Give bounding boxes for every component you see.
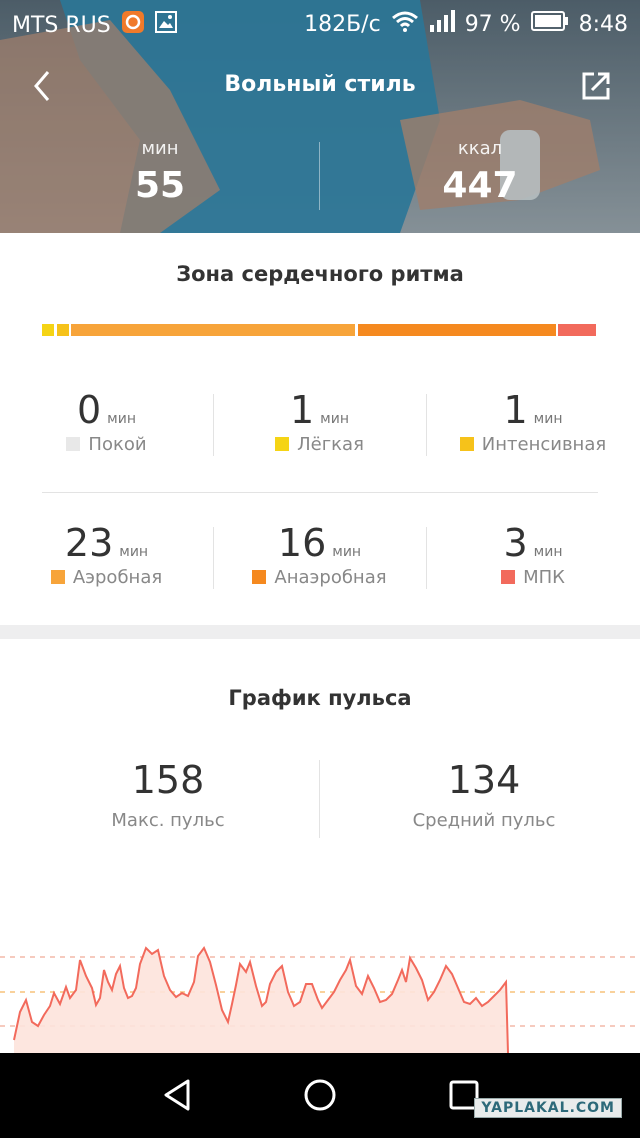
duration-stat: мин 55: [60, 138, 260, 206]
zone-divider: [213, 527, 214, 589]
share-button[interactable]: [578, 68, 614, 104]
zone-vo2max-label: МПК: [523, 567, 565, 588]
zone-aerobic-label: Аэробная: [72, 567, 163, 588]
zone-intensive-value: 1: [503, 388, 528, 432]
zone-divider: [426, 527, 427, 589]
zone-light-label: Лёгкая: [297, 434, 364, 455]
max-pulse-value: 158: [131, 758, 205, 802]
app-notification-icon: [121, 10, 145, 40]
zone-unit: мин: [533, 411, 563, 427]
battery-icon: [530, 11, 569, 37]
zone-aerobic-value: 23: [64, 521, 114, 565]
zone-bar-light: [42, 324, 54, 336]
clock: 8:48: [578, 11, 628, 37]
pulse-title: График пульса: [228, 686, 412, 710]
zone-unit: мин: [107, 411, 136, 427]
nav-home-button[interactable]: [300, 1075, 340, 1115]
zone-vo2max-value: 3: [503, 521, 528, 565]
zone-light: 1 мин Лёгкая: [213, 388, 426, 455]
status-bar: MTS RUS 182Б/с 97 % 8:48: [0, 0, 640, 46]
title-bar: Вольный стиль: [0, 58, 640, 114]
avg-pulse-value: 134: [447, 758, 521, 802]
zone-unit: мин: [332, 544, 362, 560]
summary-stats: мин 55 ккал 447: [0, 138, 640, 218]
section-separator: [0, 625, 640, 639]
zones-row-divider: [42, 492, 598, 493]
share-icon: [582, 72, 610, 100]
nav-back-button[interactable]: [158, 1075, 198, 1115]
zone-bar-anaerobic: [358, 324, 556, 336]
carrier-label: MTS RUS: [12, 12, 111, 38]
home-circle-icon: [304, 1079, 336, 1111]
max-pulse-label: Макс. пульс: [111, 810, 225, 831]
watermark: YAPLAKAL.COM: [474, 1098, 622, 1118]
zone-light-value: 1: [289, 388, 315, 432]
calories-stat: ккал 447: [380, 138, 580, 206]
zone-bar-vo2max: [558, 324, 596, 336]
battery-label: 97 %: [464, 11, 521, 37]
pulse-chart: [0, 946, 640, 1053]
page-title: Вольный стиль: [224, 72, 416, 97]
zone-anaerobic: 16 мин Анаэробная: [213, 521, 426, 588]
zone-color-swatch: [252, 570, 267, 584]
network-speed: 182Б/с: [304, 11, 381, 37]
zones-title: Зона сердечного ритма: [176, 262, 464, 286]
avg-pulse-label: Средний пульс: [412, 810, 556, 831]
zone-unit: мин: [320, 411, 349, 427]
zone-bar-aerobic: [71, 324, 355, 336]
wifi-icon: [391, 10, 419, 38]
zone-anaerobic-label: Анаэробная: [274, 567, 387, 588]
image-icon: [154, 11, 177, 39]
zone-intensive: 1 мин Интенсивная: [426, 388, 640, 455]
zone-divider: [426, 394, 427, 456]
avg-pulse-stat: 134 Средний пульс: [324, 758, 640, 831]
duration-value: 55: [134, 165, 186, 206]
signal-icon: [429, 10, 455, 38]
max-pulse-stat: 158 Макс. пульс: [8, 758, 328, 831]
zone-unit: мин: [119, 544, 149, 560]
zone-color-swatch: [66, 437, 81, 451]
navigation-bar: [0, 1053, 640, 1138]
stat-divider: [319, 142, 320, 210]
zone-bar-intensive: [57, 324, 69, 336]
pulse-divider: [319, 760, 320, 838]
duration-unit: мин: [141, 138, 179, 159]
calories-unit: ккал: [457, 138, 503, 159]
zone-anaerobic-value: 16: [277, 521, 327, 565]
zone-color-swatch: [275, 437, 290, 451]
zone-intensive-label: Интенсивная: [481, 434, 607, 455]
hero-banner: MTS RUS 182Б/с 97 % 8:48 Вольный стиль м…: [0, 0, 640, 233]
zone-color-swatch: [501, 570, 516, 584]
zone-divider: [213, 394, 214, 456]
back-triangle-icon: [164, 1079, 190, 1111]
zone-unit: мин: [533, 544, 563, 560]
zone-color-swatch: [459, 437, 474, 451]
calories-value: 447: [442, 165, 518, 206]
zone-color-swatch: [50, 570, 65, 584]
zone-rest: 0 мин Покой: [0, 388, 213, 455]
zone-rest-label: Покой: [88, 434, 147, 455]
zone-aerobic: 23 мин Аэробная: [0, 521, 213, 588]
zone-vo2max: 3 мин МПК: [426, 521, 640, 588]
zone-rest-value: 0: [76, 388, 102, 432]
